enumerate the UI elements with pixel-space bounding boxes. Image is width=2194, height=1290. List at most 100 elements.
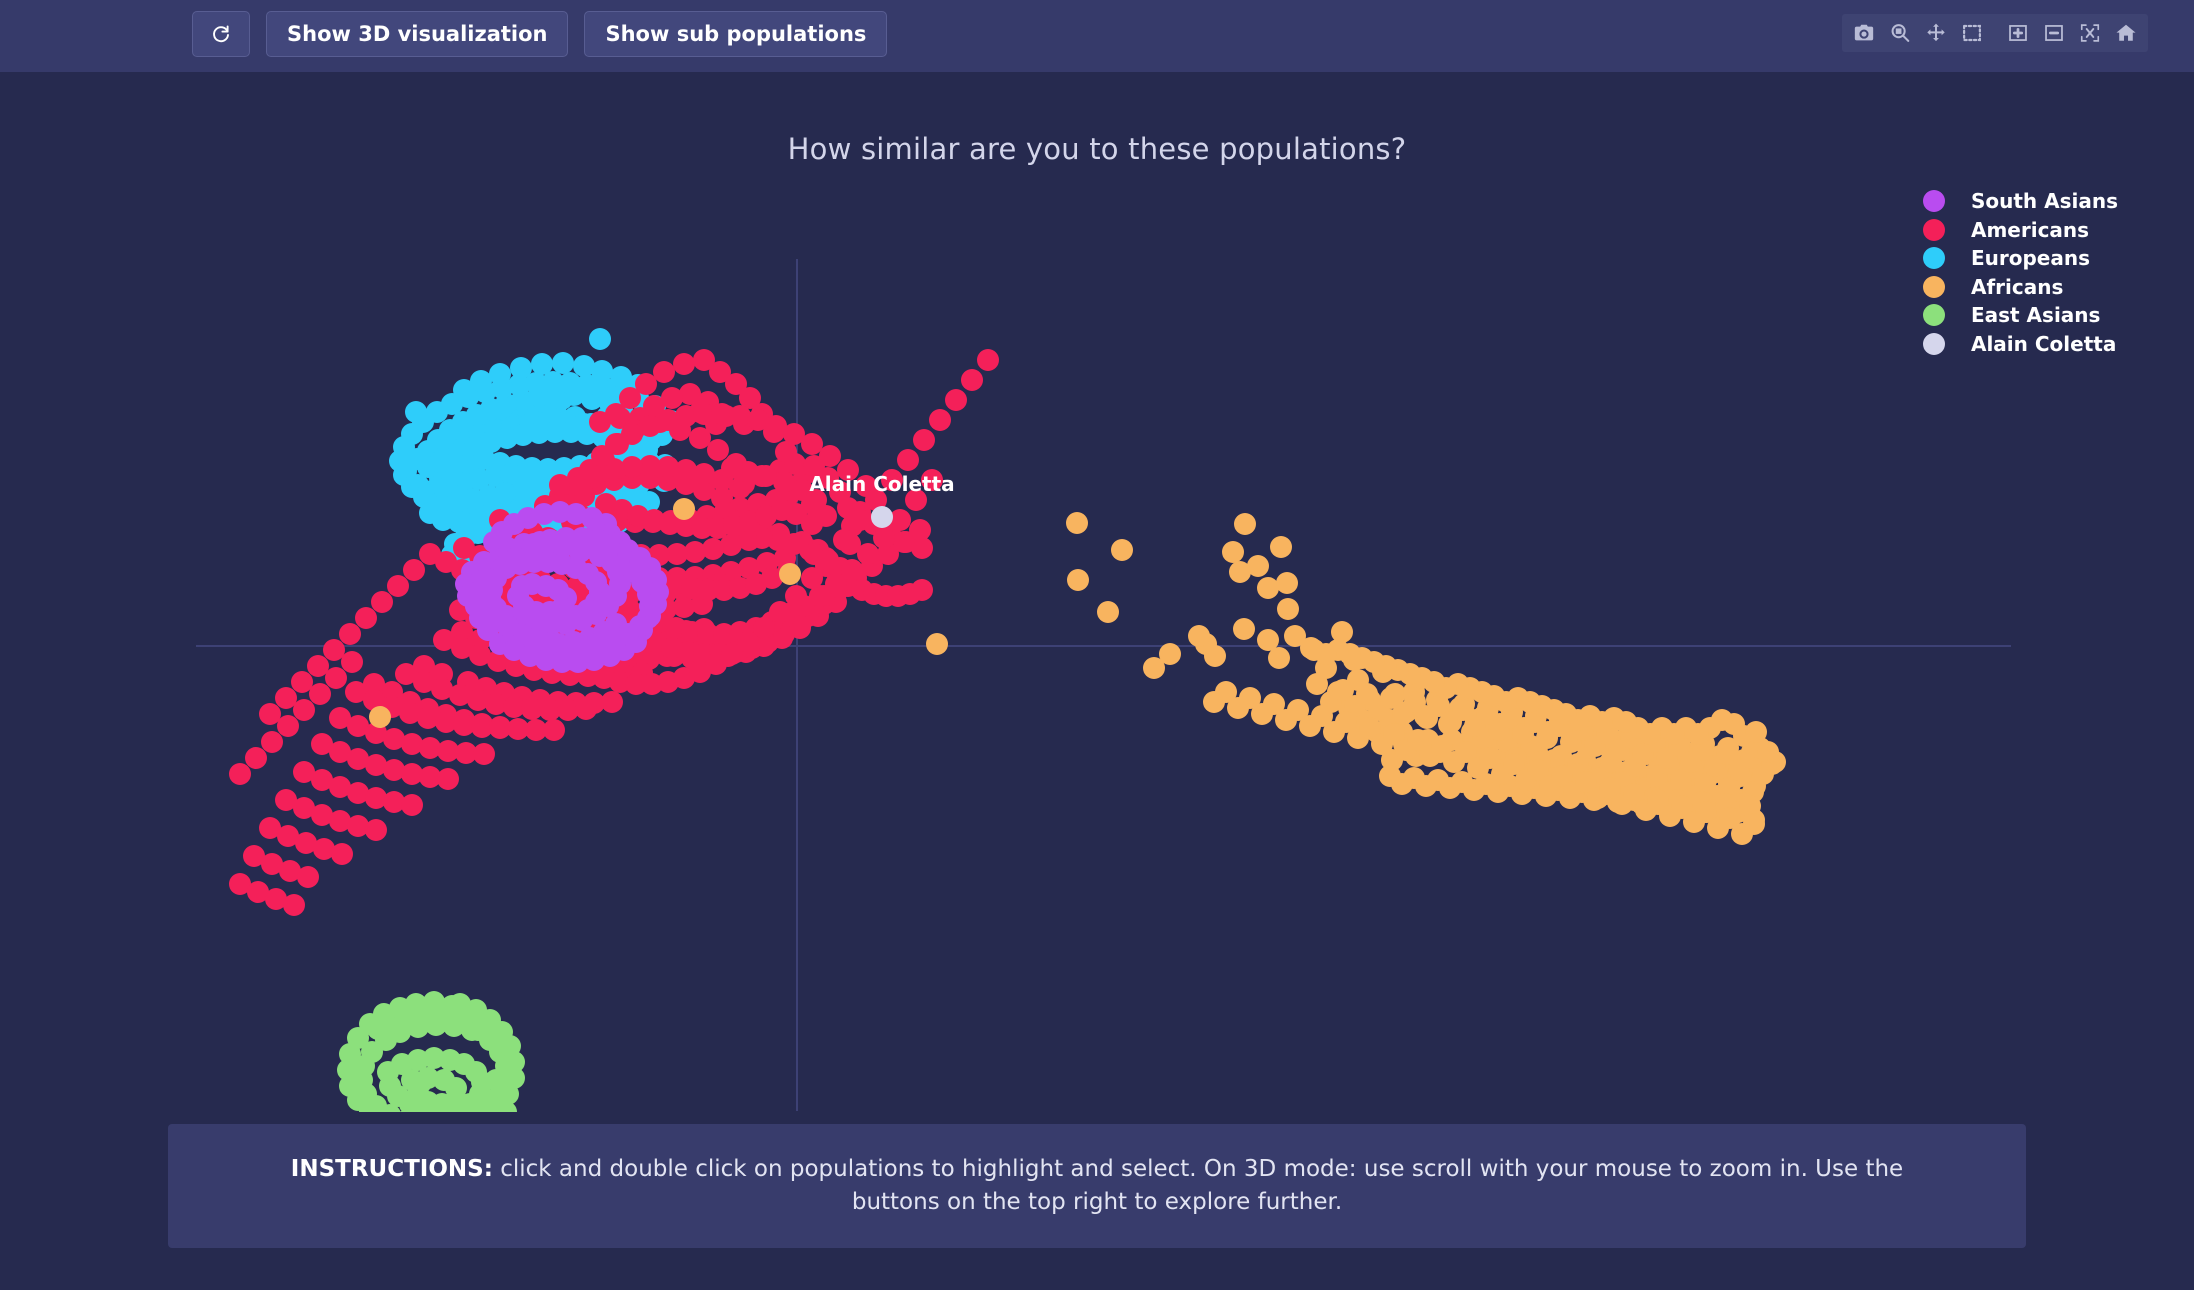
data-point[interactable] xyxy=(1745,721,1767,743)
data-point[interactable] xyxy=(817,549,839,571)
data-point[interactable] xyxy=(245,747,267,769)
data-point[interactable] xyxy=(849,509,871,531)
data-point[interactable] xyxy=(473,743,495,765)
scatter-plot[interactable]: How similar are you to these populations… xyxy=(0,72,2194,1112)
data-point[interactable] xyxy=(531,353,553,375)
reset-axes-button[interactable] xyxy=(2108,17,2144,49)
data-point[interactable] xyxy=(1159,643,1181,665)
data-point[interactable] xyxy=(929,409,951,431)
data-point[interactable] xyxy=(229,763,251,785)
data-point[interactable] xyxy=(283,894,305,916)
data-point[interactable] xyxy=(449,993,471,1015)
data-point[interactable] xyxy=(769,601,791,623)
legend[interactable]: South Asians Americans Europeans Africans Ea… xyxy=(1922,187,2118,359)
data-point[interactable] xyxy=(365,819,387,841)
data-point[interactable] xyxy=(771,499,793,521)
data-point[interactable] xyxy=(841,559,863,581)
data-point[interactable] xyxy=(897,449,919,471)
data-point[interactable] xyxy=(369,706,391,728)
autoscale-button[interactable] xyxy=(2072,17,2108,49)
zoom-out-button[interactable] xyxy=(2036,17,2072,49)
data-point[interactable] xyxy=(1111,539,1133,561)
data-point[interactable] xyxy=(549,474,571,496)
data-point[interactable] xyxy=(1067,569,1089,591)
data-point[interactable] xyxy=(453,379,475,401)
data-point[interactable] xyxy=(1188,625,1210,647)
data-point[interactable] xyxy=(673,353,695,375)
data-point[interactable] xyxy=(605,403,627,425)
download-png-button[interactable] xyxy=(1846,17,1882,49)
data-point[interactable] xyxy=(387,575,409,597)
data-point[interactable] xyxy=(401,794,423,816)
data-point[interactable] xyxy=(355,607,377,629)
legend-item[interactable]: Africans xyxy=(1922,273,2118,302)
data-point[interactable] xyxy=(505,547,527,569)
data-point[interactable] xyxy=(371,591,393,613)
data-point[interactable] xyxy=(779,563,801,585)
data-point[interactable] xyxy=(552,352,574,374)
data-point[interactable] xyxy=(1757,741,1779,763)
zoom-tool-button[interactable] xyxy=(1882,17,1918,49)
legend-item[interactable]: Alain Coletta xyxy=(1922,330,2118,359)
data-point[interactable] xyxy=(673,498,695,520)
data-point[interactable] xyxy=(1204,645,1226,667)
data-point[interactable] xyxy=(1233,618,1255,640)
data-point[interactable] xyxy=(1270,536,1292,558)
data-point[interactable] xyxy=(833,529,855,551)
data-point[interactable] xyxy=(1276,572,1298,594)
data-point[interactable] xyxy=(331,843,353,865)
data-point[interactable] xyxy=(261,731,283,753)
data-point[interactable] xyxy=(1234,513,1256,535)
data-point[interactable] xyxy=(871,506,893,528)
data-point[interactable] xyxy=(926,633,948,655)
data-point[interactable] xyxy=(913,429,935,451)
data-point[interactable] xyxy=(977,349,999,371)
show-sub-populations-button[interactable]: Show sub populations xyxy=(584,11,888,57)
zoom-in-button[interactable] xyxy=(2000,17,2036,49)
data-point[interactable] xyxy=(409,1073,431,1095)
data-point[interactable] xyxy=(297,866,319,888)
data-point[interactable] xyxy=(437,768,459,790)
data-point[interactable] xyxy=(801,567,823,589)
data-point[interactable] xyxy=(1066,512,1088,534)
show-3d-visualization-button[interactable]: Show 3D visualization xyxy=(266,11,569,57)
data-point[interactable] xyxy=(873,527,895,549)
data-point[interactable] xyxy=(785,585,807,607)
data-point[interactable] xyxy=(339,623,361,645)
box-select-button[interactable] xyxy=(1954,17,1990,49)
data-point[interactable] xyxy=(753,617,775,639)
data-point[interactable] xyxy=(1247,555,1269,577)
data-point[interactable] xyxy=(511,575,533,597)
data-point[interactable] xyxy=(1277,598,1299,620)
pan-tool-button[interactable] xyxy=(1918,17,1954,49)
data-point[interactable] xyxy=(489,717,511,739)
data-point[interactable] xyxy=(857,543,879,565)
data-point[interactable] xyxy=(429,451,451,473)
data-point[interactable] xyxy=(961,369,983,391)
legend-item[interactable]: Europeans xyxy=(1922,244,2118,273)
data-point[interactable] xyxy=(601,691,623,713)
refresh-button[interactable] xyxy=(192,11,250,57)
data-point[interactable] xyxy=(403,559,425,581)
data-point[interactable] xyxy=(1743,813,1765,835)
data-point[interactable] xyxy=(325,667,347,689)
data-point[interactable] xyxy=(1222,541,1244,563)
data-point[interactable] xyxy=(1268,647,1290,669)
legend-item[interactable]: Americans xyxy=(1922,216,2118,245)
data-point[interactable] xyxy=(911,579,933,601)
data-point[interactable] xyxy=(815,505,837,527)
data-point[interactable] xyxy=(309,683,331,705)
data-point[interactable] xyxy=(277,715,299,737)
data-point[interactable] xyxy=(589,328,611,350)
legend-item[interactable]: East Asians xyxy=(1922,301,2118,330)
data-point[interactable] xyxy=(293,699,315,721)
data-point[interactable] xyxy=(489,363,511,385)
data-point[interactable] xyxy=(909,519,931,541)
data-point[interactable] xyxy=(945,389,967,411)
legend-item[interactable]: South Asians xyxy=(1922,187,2118,216)
data-point[interactable] xyxy=(341,651,363,673)
data-point[interactable] xyxy=(405,401,427,423)
data-point[interactable] xyxy=(575,698,597,720)
data-point[interactable] xyxy=(1303,639,1325,661)
data-point[interactable] xyxy=(543,719,565,741)
